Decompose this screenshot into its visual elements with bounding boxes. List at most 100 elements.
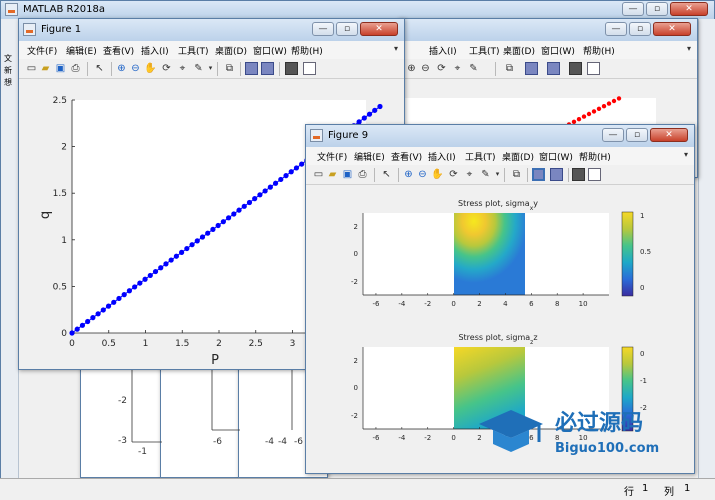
fig1-data-point bbox=[205, 230, 211, 236]
maximize-button[interactable]: ▫ bbox=[646, 2, 668, 16]
fig9-data-cursor-icon[interactable]: ⌖ bbox=[463, 168, 476, 181]
fig9-link-plot-icon[interactable]: ⧉ bbox=[510, 168, 523, 181]
middle-menu-arrow-icon[interactable]: ▾ bbox=[687, 44, 691, 53]
fig9-menu-insert[interactable]: 插入(I) bbox=[428, 150, 456, 163]
minimize-button[interactable]: — bbox=[622, 2, 644, 16]
save-icon[interactable]: ▣ bbox=[54, 62, 67, 75]
fig1-menu-edit[interactable]: 编辑(E) bbox=[66, 44, 97, 57]
fig9-maximize-button[interactable]: ▫ bbox=[626, 128, 648, 142]
fig9-zoom-out-icon[interactable]: ⊖ bbox=[416, 168, 429, 181]
fig1-close-button[interactable]: ✕ bbox=[360, 22, 398, 36]
fig1-menu-insert[interactable]: 插入(I) bbox=[141, 44, 169, 57]
middle-rotate-icon[interactable]: ⟳ bbox=[435, 62, 448, 75]
bg-tick-7: -4 bbox=[278, 437, 287, 447]
fig9-xtick-label: -2 bbox=[424, 300, 431, 308]
fig9-save-icon[interactable]: ▣ bbox=[341, 168, 354, 181]
print-icon[interactable]: ⎙ bbox=[69, 62, 82, 75]
middle-datacursor-icon[interactable]: ⌖ bbox=[451, 62, 464, 75]
fig9-legend-icon[interactable] bbox=[550, 168, 563, 181]
fig9-menu-arrow-icon[interactable]: ▾ bbox=[684, 150, 688, 159]
zoom-out-icon[interactable]: ⊖ bbox=[129, 62, 142, 75]
fig9-pan-icon[interactable]: ✋ bbox=[431, 168, 444, 181]
data-cursor-icon[interactable]: ⌖ bbox=[176, 62, 189, 75]
middle-close-button[interactable]: ✕ bbox=[653, 22, 691, 36]
fig9-brush-dropdown-icon[interactable]: ▾ bbox=[491, 168, 504, 181]
fig9-close-button[interactable]: ✕ bbox=[650, 128, 688, 142]
middle-menu-bar: 插入(I) 工具(T) 桌面(D) 窗口(W) 帮助(H) ▾ bbox=[399, 41, 697, 59]
fig1-menu-window[interactable]: 窗口(W) bbox=[253, 44, 287, 57]
fig9-print-icon[interactable]: ⎙ bbox=[356, 168, 369, 181]
fig1-data-point bbox=[220, 219, 226, 225]
middle-minimize-button[interactable]: — bbox=[605, 22, 627, 36]
fig9-zoom-in-icon[interactable]: ⊕ bbox=[402, 168, 415, 181]
fig9-menu-view[interactable]: 查看(V) bbox=[391, 150, 422, 163]
middle-zoom-in-icon[interactable]: ⊕ bbox=[405, 62, 418, 75]
zoom-in-icon[interactable]: ⊕ bbox=[115, 62, 128, 75]
fig1-menu-desktop[interactable]: 桌面(D) bbox=[215, 44, 247, 57]
middle-menu-desktop[interactable]: 桌面(D) bbox=[503, 44, 535, 57]
fig9-menu-edit[interactable]: 编辑(E) bbox=[354, 150, 385, 163]
middle-menu-insert[interactable]: 插入(I) bbox=[429, 44, 457, 57]
fig1-data-point bbox=[372, 107, 378, 113]
fig1-maximize-button[interactable]: ▫ bbox=[336, 22, 358, 36]
new-figure-icon[interactable]: ▭ bbox=[25, 62, 38, 75]
fig1-menu-file[interactable]: 文件(F) bbox=[27, 44, 57, 57]
middle-colorbar-icon[interactable] bbox=[525, 62, 538, 75]
figure9-menu-bar: 文件(F) 编辑(E) 查看(V) 插入(I) 工具(T) 桌面(D) 窗口(W… bbox=[306, 147, 694, 165]
rotate-icon[interactable]: ⟳ bbox=[160, 62, 173, 75]
fig1-minimize-button[interactable]: — bbox=[312, 22, 334, 36]
fig9-edit-plot-icon[interactable]: ↖ bbox=[380, 168, 393, 181]
fig9-rotate-icon[interactable]: ⟳ bbox=[447, 168, 460, 181]
middle-zoom-out-icon[interactable]: ⊖ bbox=[419, 62, 432, 75]
fig1-menu-view[interactable]: 查看(V) bbox=[103, 44, 134, 57]
figure-icon bbox=[23, 23, 36, 36]
middle-link-icon[interactable]: ⧉ bbox=[503, 62, 516, 75]
legend-icon[interactable] bbox=[261, 62, 274, 75]
middle-maximize-button[interactable]: ▫ bbox=[629, 22, 651, 36]
show-tools-icon[interactable] bbox=[303, 62, 316, 75]
middle-data-point bbox=[591, 109, 597, 114]
close-button[interactable]: ✕ bbox=[670, 2, 708, 16]
fig1-data-point bbox=[95, 311, 101, 317]
pan-icon[interactable]: ✋ bbox=[144, 62, 157, 75]
status-col-label: 列 bbox=[664, 487, 674, 498]
colorbar-icon[interactable] bbox=[245, 62, 258, 75]
fig9-menu-desktop[interactable]: 桌面(D) bbox=[502, 150, 534, 163]
fig1-menu-arrow-icon[interactable]: ▾ bbox=[394, 44, 398, 53]
fig1-menu-help[interactable]: 帮助(H) bbox=[291, 44, 323, 57]
middle-menu-window[interactable]: 窗口(W) bbox=[541, 44, 575, 57]
fig1-data-point bbox=[257, 192, 263, 198]
middle-menu-tools[interactable]: 工具(T) bbox=[469, 44, 500, 57]
middle-legend-icon[interactable] bbox=[547, 62, 560, 75]
fig9-hide-tools-icon[interactable] bbox=[572, 168, 585, 181]
fig9-menu-tools[interactable]: 工具(T) bbox=[465, 150, 496, 163]
middle-brush-icon[interactable]: ✎ bbox=[467, 62, 480, 75]
fig9-menu-help[interactable]: 帮助(H) bbox=[579, 150, 611, 163]
middle-hide-tools-icon[interactable] bbox=[569, 62, 582, 75]
fig9-xtick-label: 0 bbox=[451, 300, 455, 308]
fig9-open-file-icon[interactable]: ▰ bbox=[326, 168, 339, 181]
edit-plot-icon[interactable]: ↖ bbox=[93, 62, 106, 75]
fig1-data-point bbox=[252, 196, 258, 202]
open-file-icon[interactable]: ▰ bbox=[39, 62, 52, 75]
middle-data-point bbox=[586, 111, 592, 117]
main-title: MATLAB R2018a bbox=[23, 4, 106, 15]
link-plot-icon[interactable]: ⧉ bbox=[223, 62, 236, 75]
fig1-data-point bbox=[126, 288, 133, 294]
brush-dropdown-icon[interactable]: ▾ bbox=[204, 62, 217, 75]
middle-menu-help[interactable]: 帮助(H) bbox=[583, 44, 615, 57]
middle-show-tools-icon[interactable] bbox=[587, 62, 600, 75]
fig9-new-figure-icon[interactable]: ▭ bbox=[312, 168, 325, 181]
fig1-data-point bbox=[236, 207, 242, 213]
fig1-data-point bbox=[231, 211, 237, 217]
fig9-xtick-label: 10 bbox=[579, 300, 588, 308]
hide-tools-icon[interactable] bbox=[285, 62, 298, 75]
fig9-menu-file[interactable]: 文件(F) bbox=[317, 150, 347, 163]
fig9-minimize-button[interactable]: — bbox=[602, 128, 624, 142]
status-bar: 行 1 列 1 bbox=[0, 478, 715, 500]
fig1-data-point bbox=[189, 242, 195, 248]
fig1-menu-tools[interactable]: 工具(T) bbox=[178, 44, 209, 57]
fig9-colorbar-icon[interactable] bbox=[532, 168, 545, 181]
fig9-menu-window[interactable]: 窗口(W) bbox=[539, 150, 573, 163]
fig9-show-tools-icon[interactable] bbox=[588, 168, 601, 181]
